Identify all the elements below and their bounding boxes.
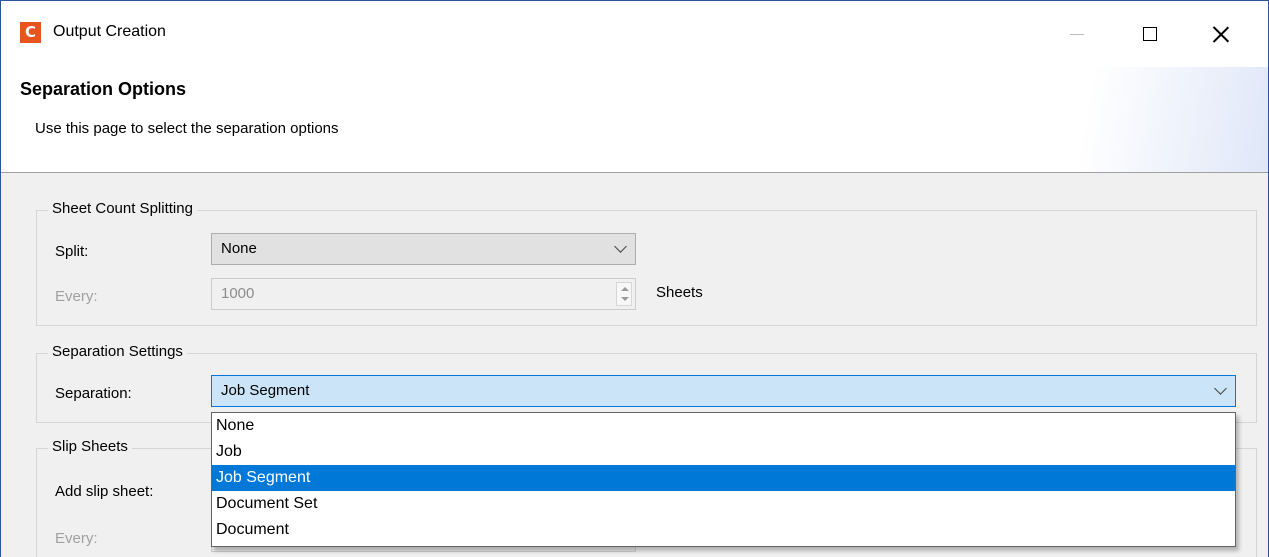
split-select-value: None (221, 240, 257, 257)
spin-up-icon (621, 287, 629, 291)
output-creation-window: C Output Creation Separation Options Use… (0, 0, 1269, 557)
split-label: Split: (55, 243, 89, 260)
maximize-icon (1143, 27, 1157, 41)
group-legend: Slip Sheets (48, 438, 132, 455)
minimize-icon (1070, 33, 1084, 35)
add-slip-sheet-label: Add slip sheet: (55, 483, 154, 500)
chevron-down-icon (1214, 382, 1227, 395)
wizard-header: Separation Options Use this page to sele… (1, 67, 1268, 173)
maximize-button[interactable] (1127, 11, 1173, 57)
window-title: Output Creation (53, 23, 166, 40)
close-button[interactable] (1198, 11, 1244, 57)
title-bar: C Output Creation (1, 1, 1268, 67)
every-label: Every: (55, 288, 98, 305)
option-document-set[interactable]: Document Set (212, 491, 1235, 517)
minimize-button[interactable] (1054, 11, 1100, 57)
separation-dropdown-list[interactable]: None Job Job Segment Document Set Docume… (211, 412, 1236, 547)
separation-label: Separation: (55, 385, 132, 402)
separation-select-value: Job Segment (221, 382, 310, 399)
option-document[interactable]: Document (212, 517, 1235, 543)
separation-select[interactable]: Job Segment (211, 375, 1236, 407)
every-sheets-stepper[interactable]: 1000 (211, 278, 636, 310)
page-title: Separation Options (20, 79, 187, 99)
close-icon (1213, 26, 1229, 42)
group-legend: Sheet Count Splitting (48, 200, 197, 217)
app-logo-icon: C (20, 22, 41, 43)
spin-down-icon (621, 297, 629, 301)
spin-buttons[interactable] (616, 282, 632, 306)
slip-every-label: Every: (55, 530, 98, 547)
every-sheets-value: 1000 (221, 285, 255, 302)
chevron-down-icon (614, 240, 627, 253)
option-none[interactable]: None (212, 413, 1235, 439)
sheets-unit-label: Sheets (656, 284, 703, 301)
option-job-segment[interactable]: Job Segment (212, 465, 1235, 491)
option-job[interactable]: Job (212, 439, 1235, 465)
group-legend: Separation Settings (48, 343, 187, 360)
page-description: Use this page to select the separation o… (35, 120, 339, 137)
split-select[interactable]: None (211, 233, 636, 265)
